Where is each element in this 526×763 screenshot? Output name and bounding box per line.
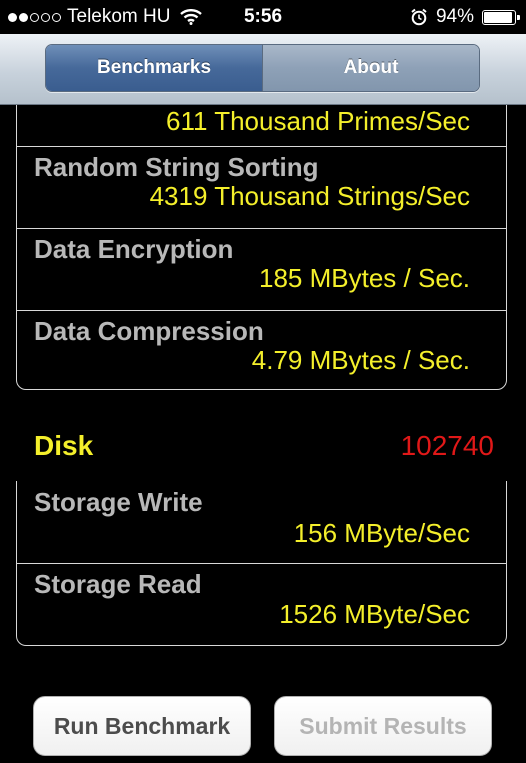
row-value: 156 MByte/Sec — [293, 518, 470, 548]
row-value: 185 MBytes / Sec. — [259, 263, 470, 293]
tab-about[interactable]: About — [262, 45, 479, 91]
results-list[interactable]: 611 Thousand Primes/Sec Random String So… — [0, 105, 526, 763]
row-label: Storage Read — [34, 569, 202, 599]
row-label: Random String Sorting — [34, 152, 319, 182]
disk-results-group: Storage Write 156 MByte/Sec Storage Read… — [16, 481, 507, 646]
list-item: 611 Thousand Primes/Sec — [17, 105, 506, 146]
alarm-clock-icon — [411, 8, 427, 26]
row-label: Data Encryption — [34, 234, 234, 264]
list-item: Storage Read 1526 MByte/Sec — [17, 563, 506, 646]
row-value: 4319 Thousand Strings/Sec — [149, 181, 470, 211]
disk-score: 102740 — [400, 430, 494, 461]
cpu-results-group: 611 Thousand Primes/Sec Random String So… — [16, 105, 507, 390]
primes-value: 611 Thousand Primes/Sec — [166, 106, 470, 136]
list-item: Storage Write 156 MByte/Sec — [17, 481, 506, 563]
submit-results-button[interactable]: Submit Results — [274, 696, 492, 756]
list-item: Data Encryption 185 MBytes / Sec. — [17, 228, 506, 310]
row-value: 1526 MByte/Sec — [279, 599, 470, 629]
battery-percent: 94% — [435, 6, 474, 27]
segmented-control: Benchmarks About — [45, 44, 480, 92]
row-value: 4.79 MBytes / Sec. — [251, 345, 470, 375]
status-bar: Telekom HU 5:56 94% — [0, 0, 526, 34]
navigation-bar: Benchmarks About — [0, 34, 526, 105]
row-label: Storage Write — [34, 487, 203, 517]
run-benchmark-button[interactable]: Run Benchmark — [33, 696, 251, 756]
section-title-disk: Disk — [34, 430, 94, 461]
status-right: 94% — [410, 6, 520, 28]
battery-fill — [484, 11, 513, 23]
battery-icon — [482, 9, 520, 25]
row-label: Data Compression — [34, 316, 264, 346]
list-item: Random String Sorting 4319 Thousand Stri… — [17, 146, 506, 228]
tab-benchmarks[interactable]: Benchmarks — [46, 45, 262, 91]
list-item: Data Compression 4.79 MBytes / Sec. — [17, 310, 506, 391]
